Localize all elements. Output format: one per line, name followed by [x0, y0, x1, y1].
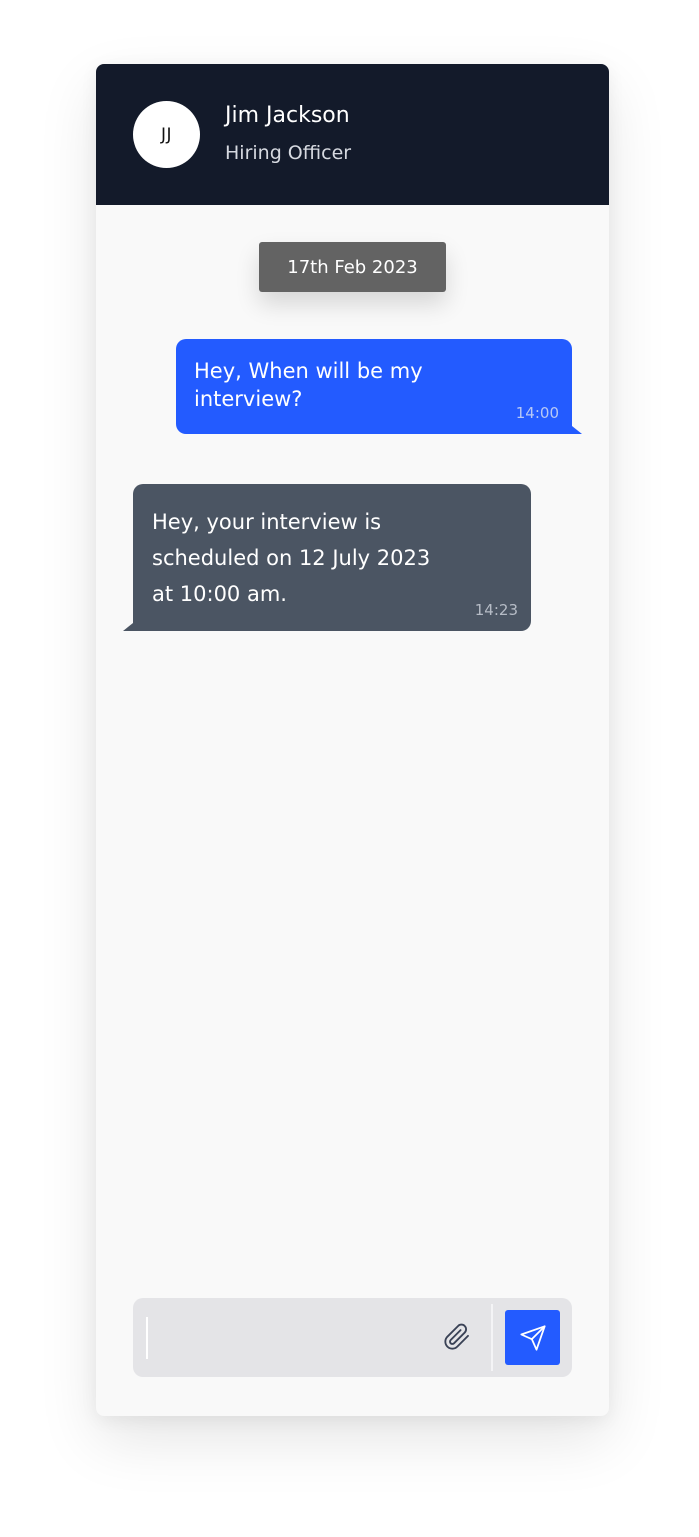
contact-role: Hiring Officer	[225, 142, 352, 164]
composer-divider	[491, 1304, 493, 1371]
message-text: Hey, When will be my interview?	[194, 359, 423, 411]
bubble-tail	[123, 623, 133, 631]
paperclip-icon[interactable]	[442, 1322, 472, 1352]
message-time: 14:00	[515, 404, 559, 422]
text-caret	[146, 1317, 148, 1359]
paper-plane-icon	[519, 1324, 546, 1351]
message-text: Hey, your interview is scheduled on 12 J…	[152, 510, 431, 606]
contact-name: Jim Jackson	[225, 103, 350, 128]
send-button[interactable]	[505, 1310, 560, 1365]
chat-header: JJ Jim Jackson Hiring Officer	[96, 64, 609, 205]
message-input[interactable]	[133, 1298, 446, 1377]
outgoing-message[interactable]: Hey, When will be my interview? 14:00	[176, 339, 582, 434]
message-composer	[133, 1298, 572, 1377]
chat-window: JJ Jim Jackson Hiring Officer 17th Feb 2…	[96, 64, 609, 1416]
message-time: 14:23	[474, 601, 518, 619]
bubble-tail	[572, 426, 582, 434]
date-separator: 17th Feb 2023	[259, 242, 446, 292]
incoming-message[interactable]: Hey, your interview is scheduled on 12 J…	[123, 484, 531, 631]
avatar[interactable]: JJ	[133, 101, 200, 168]
